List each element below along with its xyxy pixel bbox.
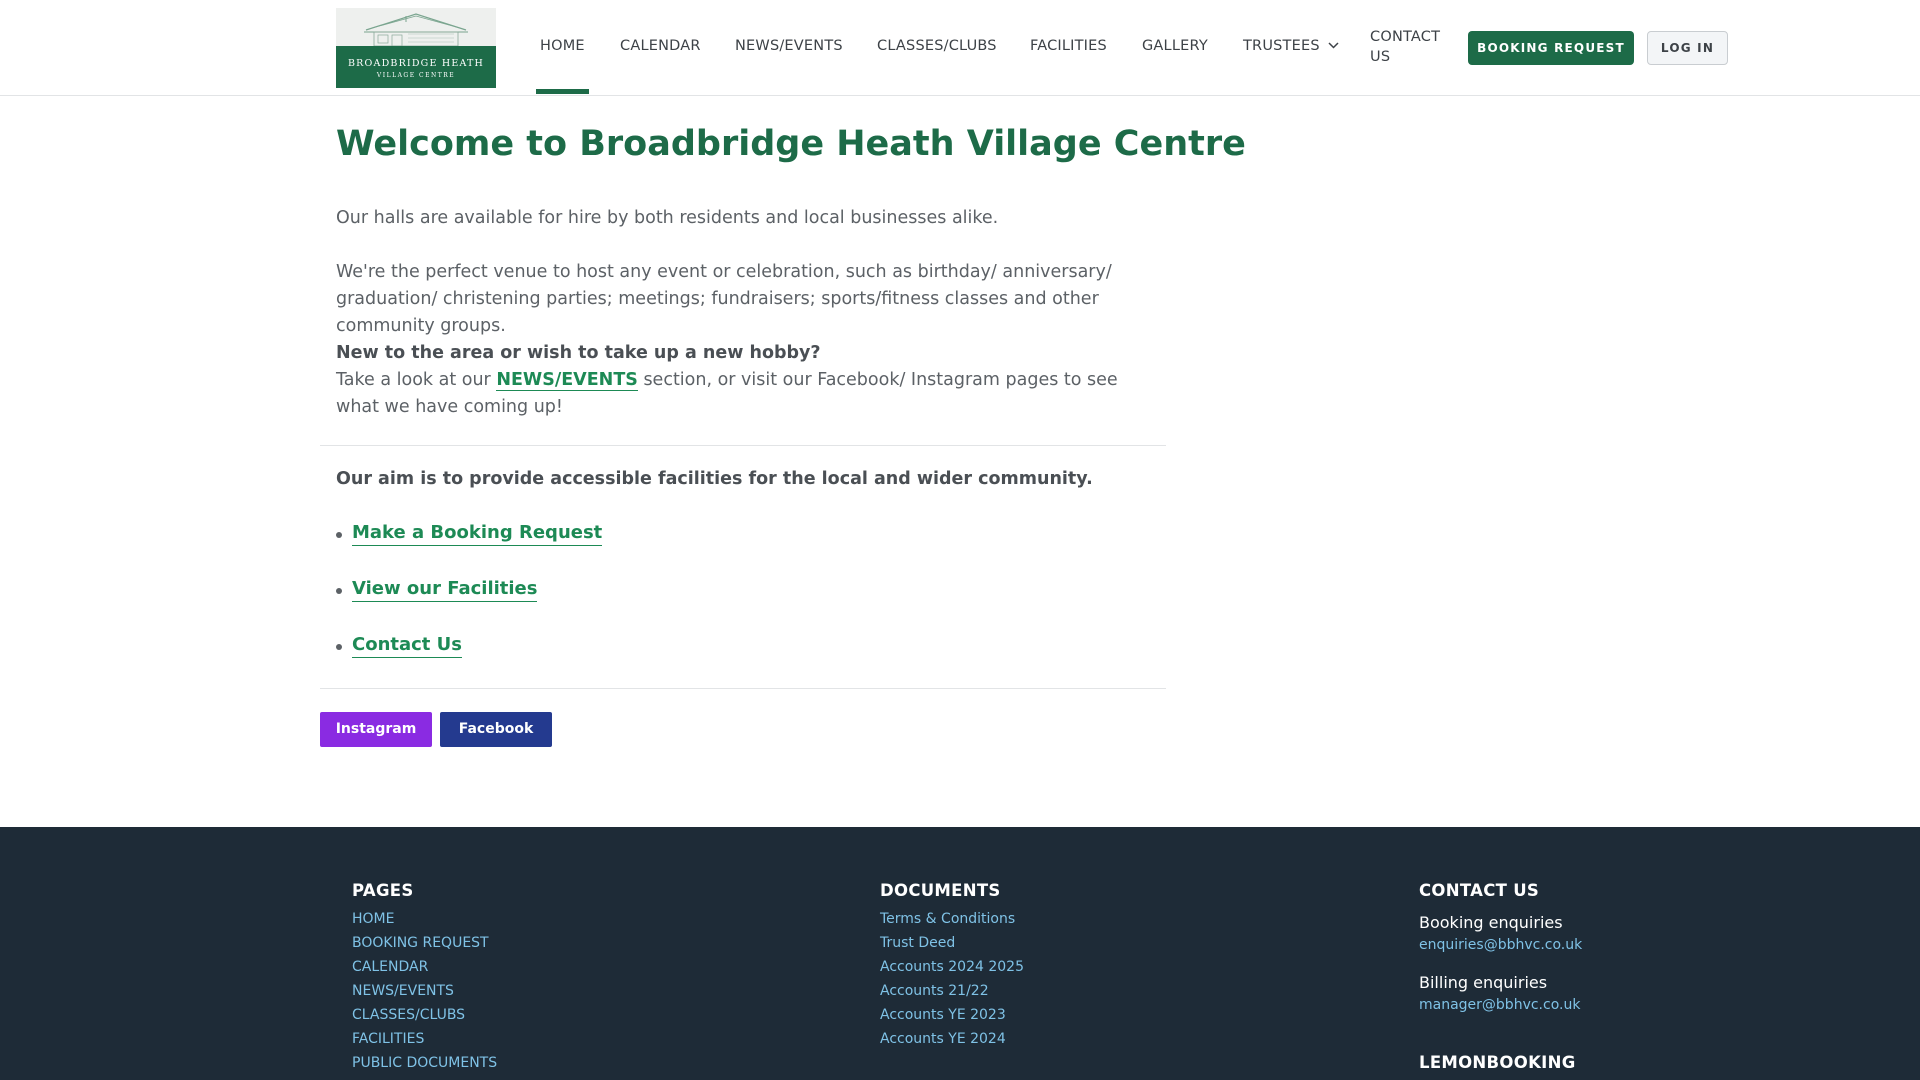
- venue-text: We're the perfect venue to host any even…: [336, 262, 1112, 336]
- instagram-button[interactable]: Instagram: [320, 712, 432, 747]
- nav-home[interactable]: HOME: [536, 38, 589, 94]
- footer-link-home[interactable]: HOME: [352, 911, 394, 927]
- nav-trustees[interactable]: TRUSTEES: [1243, 38, 1339, 54]
- footer-lemonbooking-heading: LEMONBOOKING: [1419, 1053, 1576, 1072]
- quick-links-list: Make a Booking Request View our Faciliti…: [336, 522, 603, 690]
- news-events-link[interactable]: NEWS/EVENTS: [496, 370, 638, 391]
- list-item: Contact Us: [336, 634, 602, 690]
- footer-link-facilities[interactable]: FACILITIES: [352, 1031, 424, 1047]
- nav-contact-line2: US: [1370, 49, 1391, 65]
- footer-contact-heading: CONTACT US: [1419, 881, 1540, 900]
- list-item: View our Facilities: [336, 578, 602, 634]
- facebook-button[interactable]: Facebook: [440, 712, 552, 747]
- footer-link-classes-clubs[interactable]: CLASSES/CLUBS: [352, 1007, 465, 1023]
- nav-calendar[interactable]: CALENDAR: [620, 38, 701, 54]
- chevron-down-icon: [1328, 42, 1339, 49]
- footer-pages-heading: PAGES: [352, 881, 414, 900]
- list-item: Make a Booking Request: [336, 522, 603, 578]
- new-to-area-heading: New to the area or wish to take up a new…: [336, 343, 821, 363]
- footer-link-booking-request[interactable]: BOOKING REQUEST: [352, 935, 489, 951]
- billing-email-link[interactable]: manager@bbhvc.co.uk: [1419, 997, 1580, 1013]
- footer-link-terms[interactable]: Terms & Conditions: [880, 911, 1015, 927]
- login-button[interactable]: LOG IN: [1647, 31, 1728, 65]
- footer-link-accounts-ye-2023[interactable]: Accounts YE 2023: [880, 1007, 1006, 1023]
- footer-link-accounts-2024-2025[interactable]: Accounts 2024 2025: [880, 959, 1024, 975]
- make-booking-link[interactable]: Make a Booking Request: [352, 522, 603, 546]
- billing-enquiries-label: Billing enquiries: [1419, 973, 1548, 992]
- new-to-area-text-before: Take a look at our: [336, 370, 497, 390]
- page-title: Welcome to Broadbridge Heath Village Cen…: [336, 124, 1246, 164]
- nav-contact-us[interactable]: CONTACT US: [1370, 27, 1440, 67]
- divider: [320, 688, 1166, 689]
- footer-link-calendar[interactable]: CALENDAR: [352, 959, 428, 975]
- intro-text: Our halls are available for hire by both…: [336, 208, 999, 228]
- nav-trustees-label: TRUSTEES: [1243, 38, 1320, 54]
- nav-facilities[interactable]: FACILITIES: [1030, 38, 1107, 54]
- logo-subtitle: VILLAGE CENTRE: [376, 72, 456, 79]
- site-header: BROADBRIDGE HEATH VILLAGE CENTRE HOME CA…: [0, 0, 1920, 96]
- nav-contact-line1: CONTACT: [1370, 29, 1441, 45]
- footer-link-news-events[interactable]: NEWS/EVENTS: [352, 983, 454, 999]
- view-facilities-link[interactable]: View our Facilities: [352, 578, 538, 602]
- divider: [320, 445, 1166, 446]
- village-hall-icon: [336, 8, 496, 46]
- nav-classes-clubs[interactable]: CLASSES/CLUBS: [877, 38, 997, 54]
- logo-name: BROADBRIDGE HEATH: [347, 58, 485, 69]
- footer-link-accounts-21-22[interactable]: Accounts 21/22: [880, 983, 989, 999]
- footer-link-trust-deed[interactable]: Trust Deed: [880, 935, 955, 951]
- footer-documents-heading: DOCUMENTS: [880, 881, 1001, 900]
- site-footer: PAGES HOME BOOKING REQUEST CALENDAR NEWS…: [0, 827, 1920, 1080]
- booking-request-button[interactable]: BOOKING REQUEST: [1468, 31, 1634, 65]
- footer-link-accounts-ye-2024[interactable]: Accounts YE 2024: [880, 1031, 1006, 1047]
- footer-link-public-documents[interactable]: PUBLIC DOCUMENTS: [352, 1055, 497, 1071]
- nav-gallery[interactable]: GALLERY: [1142, 38, 1208, 54]
- contact-us-link[interactable]: Contact Us: [352, 634, 463, 658]
- new-to-area-section: New to the area or wish to take up a new…: [336, 340, 1156, 421]
- site-logo[interactable]: BROADBRIDGE HEATH VILLAGE CENTRE: [336, 8, 496, 88]
- nav-news-events[interactable]: NEWS/EVENTS: [735, 38, 843, 54]
- booking-email-link[interactable]: enquiries@bbhvc.co.uk: [1419, 937, 1582, 953]
- aim-statement: Our aim is to provide accessible facilit…: [336, 469, 1093, 489]
- booking-enquiries-label: Booking enquiries: [1419, 913, 1563, 932]
